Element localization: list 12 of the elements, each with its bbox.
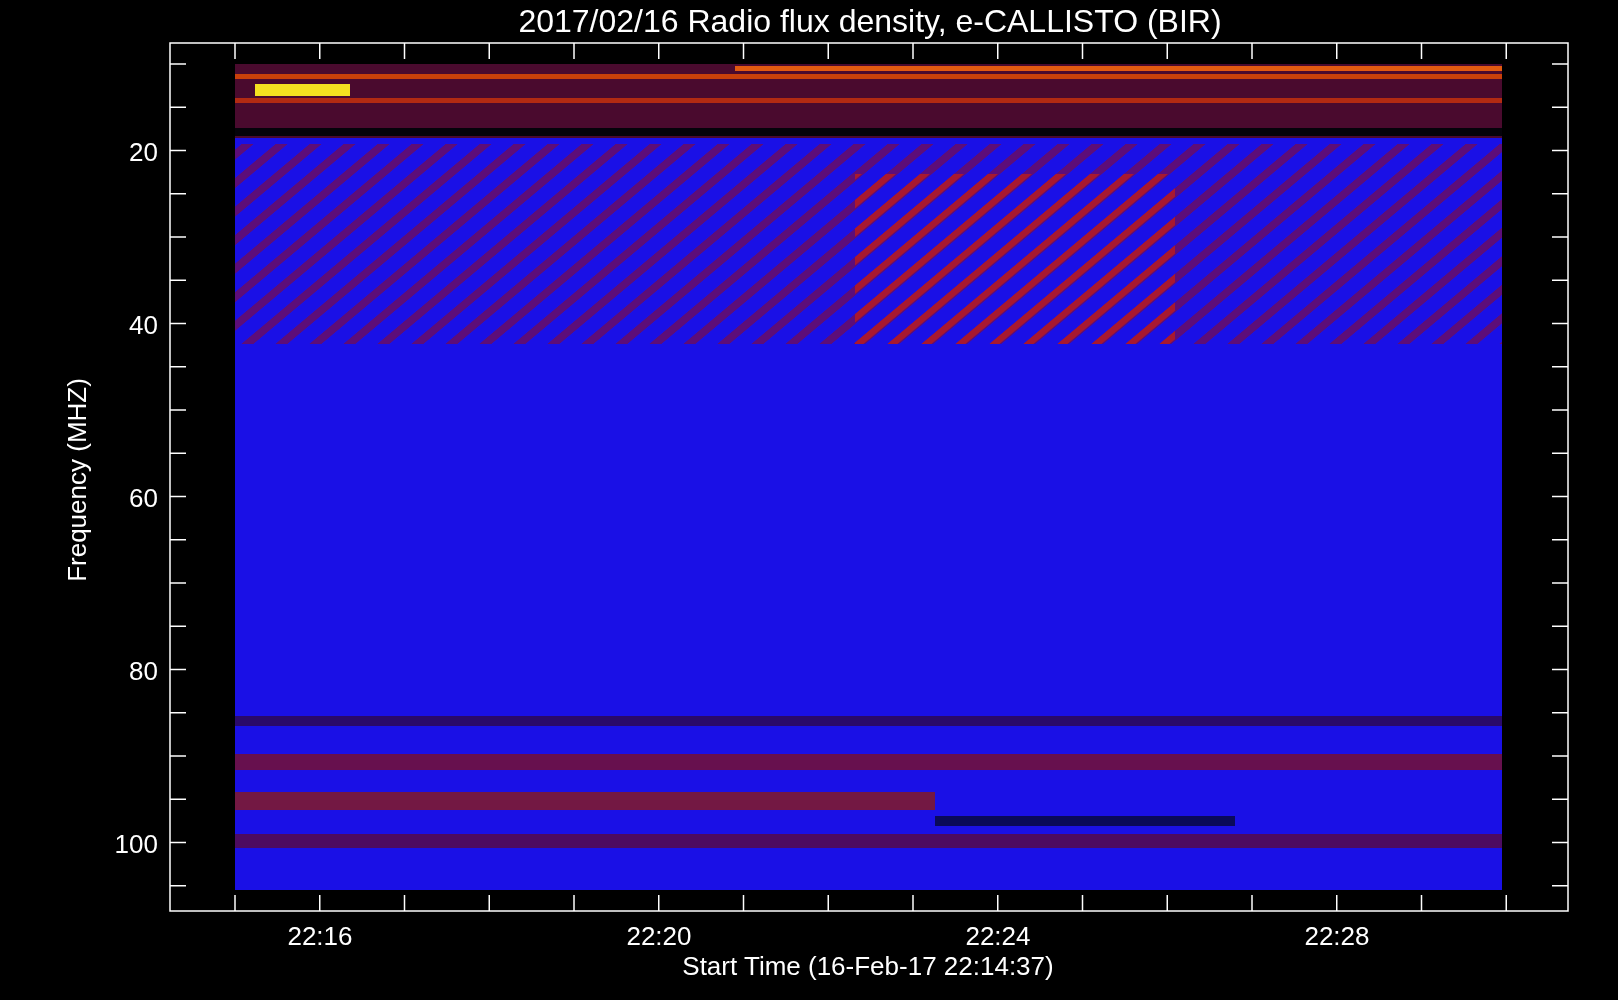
x-tick-label: 22:16 [287,921,353,951]
y-tick-label: 40 [129,310,158,340]
x-tick-label: 22:20 [626,921,692,951]
chart-title: 2017/02/16 Radio flux density, e-CALLISTO (BIR) [518,3,1222,39]
y-tick-label: 100 [114,829,158,859]
y-tick-label: 20 [129,137,158,167]
y-tick-label: 80 [129,656,158,686]
x-tick-label: 22:28 [1304,921,1370,951]
x-tick-label: 22:24 [965,921,1031,951]
x-axis-label: Start Time (16-Feb-17 22:14:37) [682,951,1054,981]
y-axis-label: Frequency (MHZ) [62,378,92,582]
y-tick-label: 60 [129,483,158,513]
